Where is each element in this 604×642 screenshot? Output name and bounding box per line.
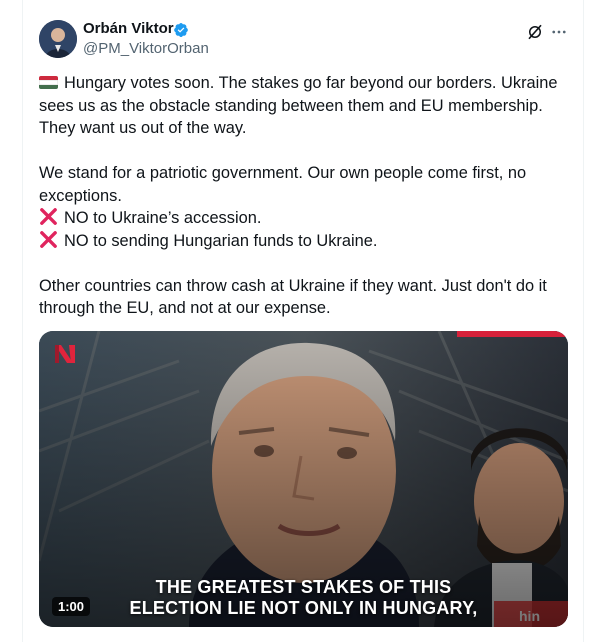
red-cross-mark-icon [40,208,57,225]
post-line: Hungary votes soon. The stakes go far be… [39,72,567,95]
red-cross-mark-icon [40,230,57,248]
post-text-segment: NO to sending Hungarian funds to Ukraine… [64,231,378,250]
author-avatar[interactable] [39,20,77,58]
verified-badge-icon [174,22,188,38]
post-line: NO to sending Hungarian funds to Ukraine… [39,230,567,253]
video-duration-badge: 1:00 [52,597,91,616]
grok-icon[interactable] [526,23,544,41]
author-name[interactable]: Orbán Viktor [83,20,174,37]
red-channel-logo-icon [55,345,75,363]
post-line: exceptions. [39,186,122,205]
post-text: Hungary votes soon. The stakes go far be… [39,72,567,320]
video-player[interactable]: hin THE GREATEST STAKES OF THIS ELECTION… [39,331,568,627]
author-handle[interactable]: @PM_ViktorOrban [83,40,209,57]
post-line: We stand for a patriotic government. Our… [39,164,527,182]
post-line: through the EU, and not at our expense. [39,299,331,317]
post-line: Other countries can throw cash at Ukrain… [39,276,547,295]
post-text-segment: NO to Ukraine’s accession. [64,209,262,227]
post-text-segment: Hungary votes soon. The stakes go far be… [64,74,558,92]
post-line: NO to Ukraine’s accession. [39,207,567,230]
avatar-image [39,20,77,58]
video-caption-line: ELECTION LIE NOT ONLY IN HUNGARY, [129,598,478,618]
hungary-flag-icon [39,76,58,89]
post-line: They want us out of the way. [39,119,247,137]
more-options-icon[interactable] [550,23,568,41]
video-caption-line: THE GREATEST STAKES OF THIS [155,577,452,597]
post-line: sees us as the obstacle standing between… [39,96,543,115]
